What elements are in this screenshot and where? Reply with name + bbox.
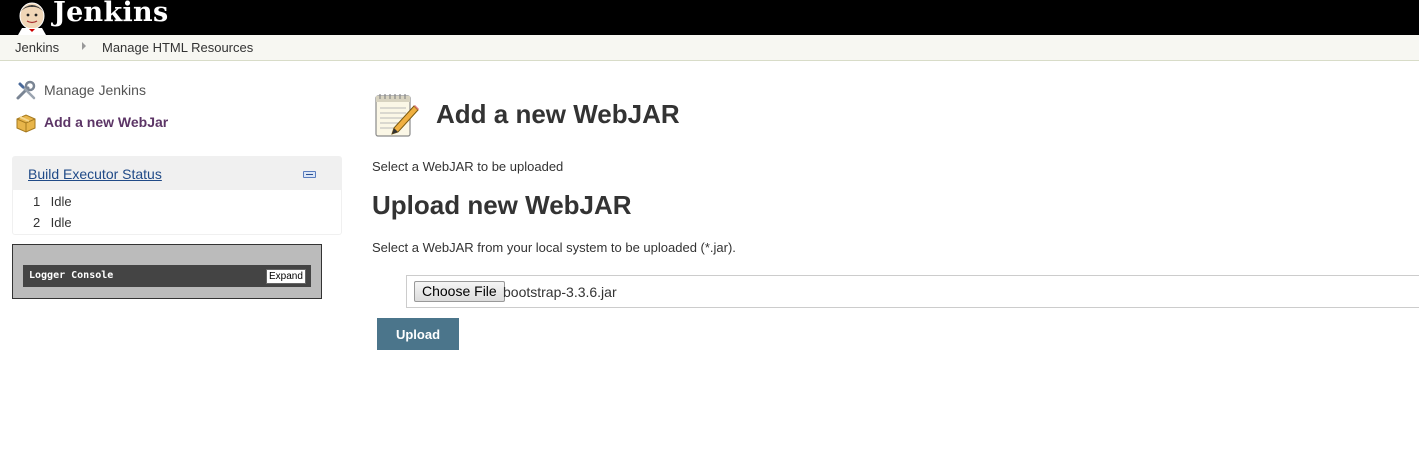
- executor-status: Idle: [50, 194, 72, 209]
- upload-button[interactable]: Upload: [377, 318, 459, 350]
- jenkins-logo[interactable]: [14, 0, 50, 35]
- breadcrumb-manage-html-resources[interactable]: Manage HTML Resources: [102, 40, 253, 55]
- section-title: Upload new WebJAR: [372, 190, 632, 220]
- task-add-webjar-link[interactable]: Add a new WebJar: [44, 114, 168, 130]
- collapse-icon[interactable]: [303, 171, 316, 178]
- breadcrumb: Jenkins Manage HTML Resources: [0, 35, 1419, 61]
- jenkins-logo-text[interactable]: Jenkins: [53, 0, 168, 28]
- executor-row: 2 Idle: [33, 215, 72, 230]
- wrench-screwdriver-icon: [16, 80, 36, 100]
- build-executor-panel: Build Executor Status 1 Idle 2 Idle: [12, 156, 342, 235]
- task-add-webjar[interactable]: Add a new WebJar: [14, 110, 168, 134]
- logger-console-panel: Logger Console Expand: [12, 244, 322, 299]
- section-description: Select a WebJAR from your local system t…: [372, 240, 736, 255]
- build-executor-title-link[interactable]: Build Executor Status: [28, 166, 162, 182]
- top-header: Jenkins: [0, 0, 1419, 35]
- task-manage-jenkins-link[interactable]: Manage Jenkins: [44, 82, 146, 98]
- build-executor-header: Build Executor Status: [13, 157, 341, 190]
- jenkins-butler-icon: [18, 2, 46, 35]
- expand-button[interactable]: Expand: [266, 269, 306, 284]
- breadcrumb-separator-icon: [82, 42, 86, 50]
- task-manage-jenkins[interactable]: Manage Jenkins: [14, 78, 146, 102]
- breadcrumb-jenkins[interactable]: Jenkins: [15, 40, 59, 55]
- executor-row: 1 Idle: [33, 194, 72, 209]
- notepad-pencil-icon: [375, 94, 419, 137]
- logger-console-bar: Logger Console Expand: [23, 265, 311, 287]
- logger-console-title: Logger Console: [29, 270, 114, 281]
- executor-status: Idle: [50, 215, 72, 230]
- selected-file-name: bootstrap-3.3.6.jar: [503, 284, 617, 300]
- executor-number: 1: [33, 194, 41, 209]
- choose-file-button[interactable]: Choose File: [414, 281, 505, 302]
- file-input-field[interactable]: Choose File bootstrap-3.3.6.jar: [406, 275, 1419, 308]
- intro-text: Select a WebJAR to be uploaded: [372, 159, 564, 174]
- package-icon: [16, 114, 36, 133]
- executor-number: 2: [33, 215, 41, 230]
- page-title: Add a new WebJAR: [436, 99, 680, 129]
